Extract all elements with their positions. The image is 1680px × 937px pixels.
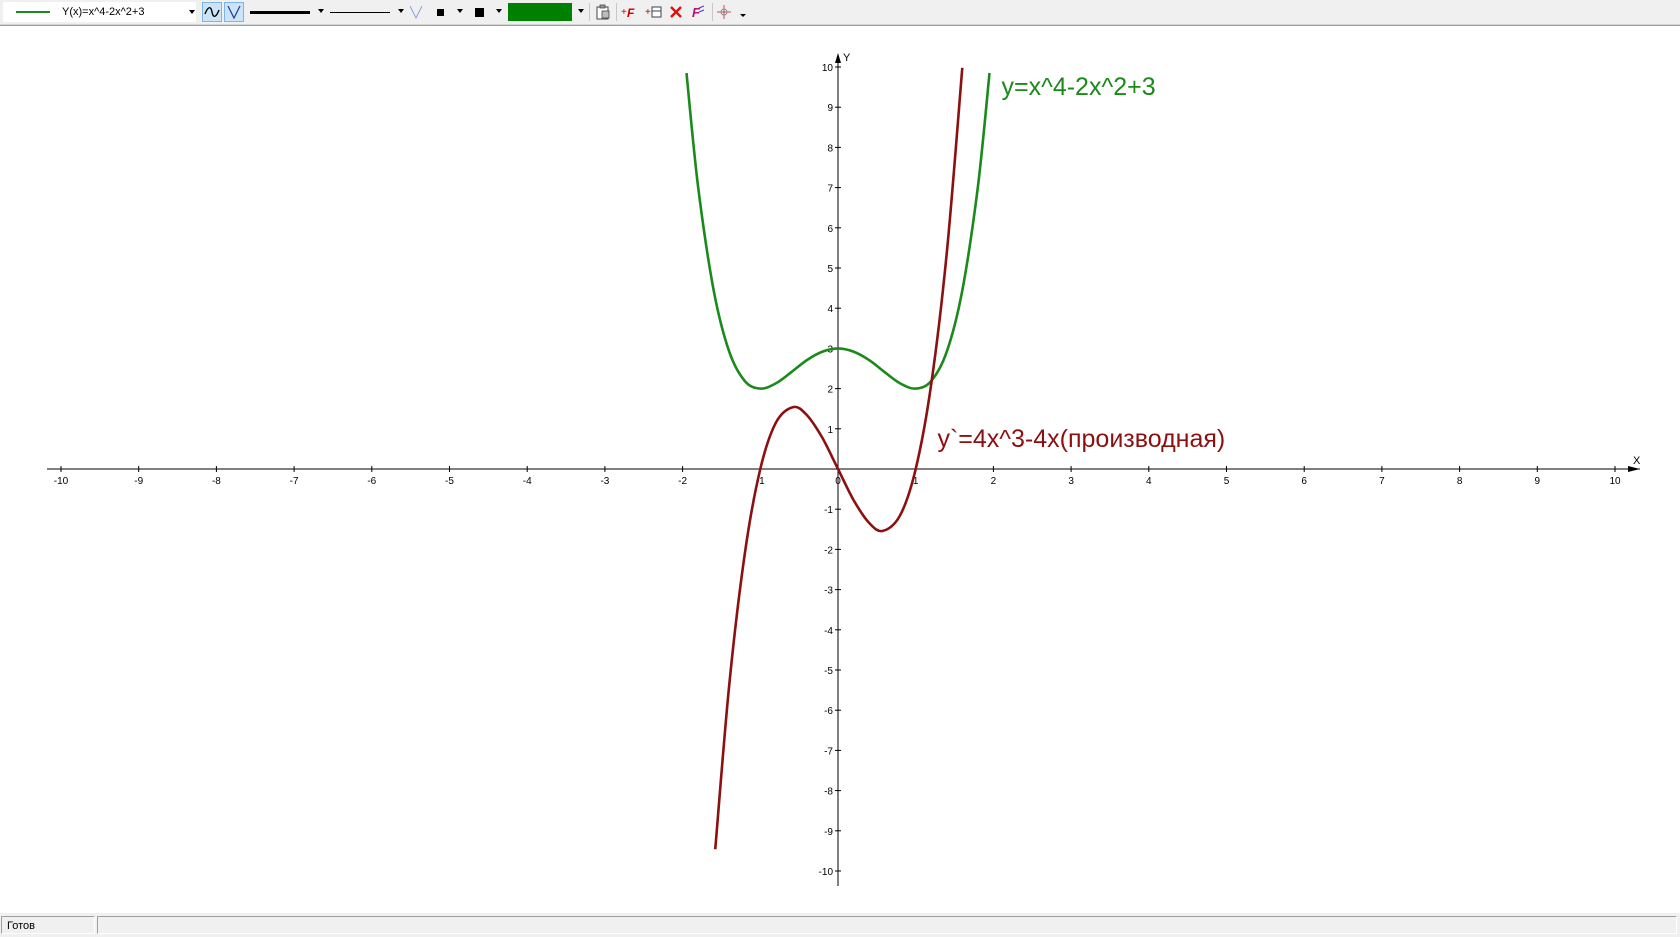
y-tick-label: -4 [824, 626, 833, 637]
chevron-down-icon [189, 10, 195, 14]
toolbar-separator [616, 3, 617, 21]
add-function-button[interactable]: + F [620, 2, 640, 22]
x-tick-label: 10 [1609, 476, 1621, 487]
derivative-toggle-button[interactable] [224, 2, 244, 22]
line-style-selector[interactable] [330, 2, 404, 22]
chevron-down-icon [457, 9, 463, 13]
smooth-curve-button[interactable] [202, 2, 222, 22]
status-bar: Готов [0, 913, 1680, 937]
plot-area[interactable]: X Y -10 -9 -8 -7 -6 -5 -4 -3 -2 -1 0 1 2 3 4 5 6 7 8 9 10 -10 -9… [0, 25, 1680, 914]
x-tick-label: -4 [523, 476, 532, 487]
add-table-icon: + [645, 6, 662, 18]
x-tick-label: 4 [1146, 476, 1152, 487]
x-tick-label: -10 [54, 476, 69, 487]
x-tick-label: -6 [367, 476, 376, 487]
v-outline-icon [409, 5, 423, 19]
y-tick-label: -2 [824, 545, 833, 556]
function-list-icon: F [692, 5, 705, 20]
derivative-curve-label: y`=4x^3-4x(производная) [937, 425, 1225, 453]
analysis-tools-button[interactable] [716, 2, 750, 22]
x-tick-label: 5 [1224, 476, 1230, 487]
y-axis-label: Y [843, 52, 851, 64]
axes-layer: XY-10 -9 -8 -7 -6 -5 -4 -3 -2 -1 0 1 2 3 4 5 6 7 8 9 10-10-9… [47, 52, 1641, 886]
thick-line-sample [250, 10, 310, 14]
y-tick-label: -8 [824, 787, 833, 798]
properties-button[interactable] [593, 2, 613, 22]
function-selector-label: Y(x)=x^4-2x^2+3 [62, 6, 145, 18]
series-layer: y=x^4-2x^2+3 y`=4x^3-4x(производная) [685, 67, 1225, 850]
square-icon [475, 7, 484, 17]
y-tick-label: 10 [822, 63, 834, 74]
function-curve-label: y=x^4-2x^2+3 [1002, 73, 1156, 101]
marker-size-selector[interactable] [470, 2, 506, 22]
function-list-button[interactable]: F [688, 2, 708, 22]
x-tick-label: -2 [678, 476, 687, 487]
y-axis-arrow-icon [835, 53, 841, 63]
y-tick-label: 9 [827, 103, 833, 114]
status-text: Готов [1, 916, 95, 934]
clipboard-icon [596, 4, 610, 20]
y-tick-label: 2 [827, 385, 833, 396]
status-pane-secondary [97, 916, 1677, 934]
x-tick-label: -3 [600, 476, 609, 487]
color-swatch [508, 3, 572, 21]
y-tick-label: -6 [824, 706, 833, 717]
y-tick-label: 7 [827, 184, 833, 195]
chevron-down-icon [496, 9, 502, 13]
function-selector[interactable]: Y(x)=x^4-2x^2+3 [3, 2, 196, 22]
markers-toggle-button[interactable] [406, 2, 426, 22]
x-tick-label: 7 [1379, 476, 1385, 487]
chevron-down-icon [398, 9, 404, 13]
x-tick-label: 0 [835, 476, 841, 487]
chevron-down-icon [740, 14, 746, 17]
toolbar-separator [589, 3, 590, 21]
delete-function-button[interactable] [666, 2, 686, 22]
x-tick-label: 3 [1068, 476, 1074, 487]
line-thickness-selector[interactable] [250, 2, 324, 22]
point-marker-selector[interactable] [432, 2, 468, 22]
y-tick-label: 6 [827, 224, 833, 235]
crosshair-icon [717, 5, 731, 19]
svg-text:F: F [627, 6, 635, 19]
graph-svg: XY-10 -9 -8 -7 -6 -5 -4 -3 -2 -1 0 1 2 3 4 5 6 7 8 9 10-10-9… [47, 52, 1641, 886]
svg-text:+: + [645, 7, 651, 18]
thin-line-sample [330, 11, 390, 13]
v-shape-icon [227, 5, 241, 19]
color-selector[interactable] [508, 2, 586, 22]
y-tick-label: -3 [824, 586, 833, 597]
sine-wave-icon [204, 7, 220, 17]
y-tick-label: 5 [827, 264, 833, 275]
x-tick-label: 6 [1301, 476, 1307, 487]
x-axis-label: X [1633, 455, 1641, 467]
add-function-icon: + F [621, 6, 635, 19]
y-tick-label: -5 [824, 666, 833, 677]
x-tick-label: -5 [445, 476, 454, 487]
toolbar-separator [712, 3, 713, 21]
chevron-down-icon [318, 9, 324, 13]
derivative-curve [713, 67, 964, 850]
y-tick-label: -7 [824, 746, 833, 757]
y-tick-label: -9 [824, 827, 833, 838]
x-tick-label: -7 [290, 476, 299, 487]
x-tick-label: -9 [134, 476, 143, 487]
chevron-down-icon [578, 9, 584, 13]
x-tick-label: -8 [212, 476, 221, 487]
function-color-swatch [16, 11, 50, 13]
y-tick-label: -10 [819, 867, 834, 878]
y-tick-label: -1 [824, 505, 833, 516]
add-table-button[interactable]: + [644, 2, 664, 22]
close-icon [670, 6, 682, 18]
toolbar: Y(x)=x^4-2x^2+3 + F + F [0, 0, 1680, 25]
y-tick-label: 4 [827, 304, 833, 315]
x-tick-label: 2 [991, 476, 997, 487]
y-tick-label: 8 [827, 143, 833, 154]
x-tick-label: 8 [1457, 476, 1463, 487]
small-square-icon [437, 8, 444, 16]
y-tick-label: 1 [827, 425, 833, 436]
x-tick-label: 9 [1535, 476, 1541, 487]
